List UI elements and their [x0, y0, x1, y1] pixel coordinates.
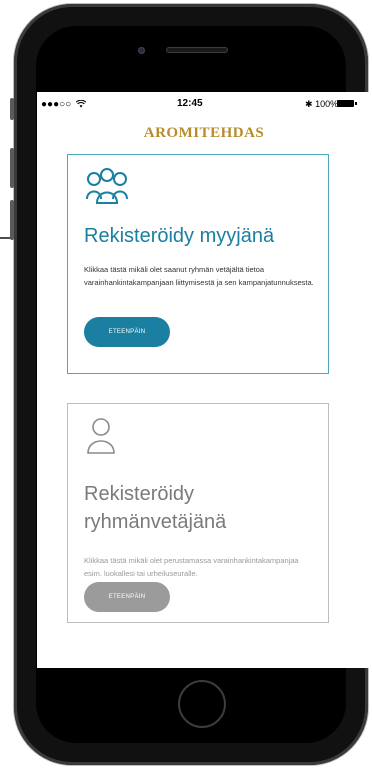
card-title: Rekisteröidy ryhmänvetäjänä	[84, 483, 227, 533]
register-group-leader-card[interactable]: Rekisteröidy ryhmänvetäjänä Klikkaa täst…	[67, 403, 329, 623]
status-bar: ●●●○○ 12:45 ✱ 100%	[37, 92, 371, 112]
earpiece-speaker	[166, 47, 228, 53]
card-description: Klikkaa tästä mikäli olet saanut ryhmän …	[84, 265, 314, 287]
continue-button[interactable]: ETEENPÄIN	[84, 582, 170, 612]
battery-percentage: 100%	[315, 99, 339, 109]
front-camera	[138, 47, 145, 54]
battery-icon	[337, 100, 357, 107]
card-description: Klikkaa tästä mikäli olet perustamassa v…	[84, 556, 299, 578]
signal-strength: ●●●○○	[41, 99, 87, 110]
battery-status: ✱ 100%	[305, 99, 338, 110]
volume-down-button	[10, 200, 14, 240]
signal-dots: ●●●○○	[41, 99, 72, 110]
mute-switch	[10, 98, 14, 120]
register-seller-card[interactable]: Rekisteröidy myyjänä Klikkaa tästä mikäl…	[67, 154, 329, 374]
clock: 12:45	[177, 98, 203, 109]
card-title: Rekisteröidy myyjänä	[84, 225, 275, 247]
home-button[interactable]	[178, 680, 226, 728]
group-icon	[86, 168, 128, 204]
continue-button[interactable]: ETEENPÄIN	[84, 317, 170, 347]
brand-logo: AROMITEHDAS	[143, 125, 265, 141]
person-icon	[87, 418, 115, 454]
wifi-icon	[75, 99, 87, 108]
bluetooth-icon: ✱	[305, 99, 313, 109]
volume-up-button	[10, 148, 14, 188]
app-screen: ●●●○○ 12:45 ✱ 100% AROMITEHDAS Rekisterö…	[37, 92, 371, 668]
